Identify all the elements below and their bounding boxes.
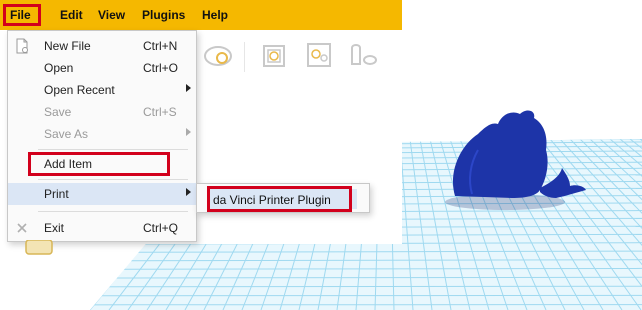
submenu-arrow-icon (186, 128, 191, 136)
menu-item-label: Print (44, 187, 69, 201)
menu-item-shortcut: Ctrl+S (143, 105, 177, 119)
menu-item-print[interactable]: Print (8, 183, 196, 205)
scale-icon[interactable] (256, 38, 292, 74)
menu-separator (38, 211, 188, 212)
arrange-icon[interactable] (302, 38, 338, 74)
print-highlight-box (28, 152, 170, 176)
menu-item-save-as[interactable]: Save As (8, 123, 196, 145)
menu-help[interactable]: Help (202, 8, 228, 22)
menu-item-label: Save As (44, 127, 89, 141)
partial-toolbar-icon (25, 240, 53, 255)
menu-separator (38, 149, 188, 150)
submenu-arrow-icon (186, 188, 191, 196)
file-highlight-box (3, 4, 41, 26)
exit-icon (17, 223, 27, 233)
menu-item-label: Open Recent (44, 83, 115, 97)
menu-item-label: New File (44, 39, 91, 53)
menu-item-new-file[interactable]: New File Ctrl+N (8, 35, 196, 57)
menu-item-save[interactable]: Save Ctrl+S (8, 101, 196, 123)
grid-line (90, 285, 642, 288)
menu-item-exit[interactable]: Exit Ctrl+Q (8, 217, 196, 239)
menu-separator (38, 179, 188, 180)
menu-bar: File Edit View Plugins Help (0, 0, 402, 30)
new-file-icon (16, 38, 28, 54)
file-menu-dropdown: New File Ctrl+N Open Ctrl+O Open Recent … (7, 30, 197, 242)
menu-item-open[interactable]: Open Ctrl+O (8, 57, 196, 79)
menu-item-open-recent[interactable]: Open Recent (8, 79, 196, 101)
menu-item-label: Open (44, 61, 74, 75)
menu-item-shortcut: Ctrl+Q (143, 221, 179, 235)
plugin-highlight-box (207, 186, 352, 212)
menu-view[interactable]: View (98, 8, 125, 22)
menu-item-label: Save (44, 105, 72, 119)
menu-plugins[interactable]: Plugins (142, 8, 185, 22)
menu-edit[interactable]: Edit (60, 8, 83, 22)
menu-item-shortcut: Ctrl+O (143, 61, 179, 75)
toolbar-separator (244, 42, 245, 72)
menu-item-label: Exit (44, 221, 65, 235)
menu-item-shortcut: Ctrl+N (143, 39, 178, 53)
mirror-icon[interactable] (346, 38, 382, 74)
submenu-arrow-icon (186, 84, 191, 92)
rotate-icon[interactable] (200, 38, 236, 74)
